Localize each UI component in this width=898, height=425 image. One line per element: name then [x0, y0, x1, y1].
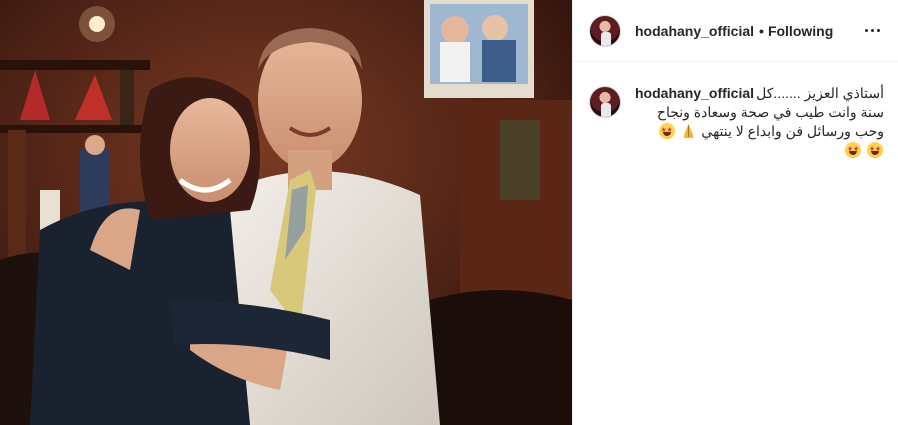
header-separator: •	[759, 22, 764, 39]
caption-line-3-wrap: وحب ورسائل فن وابداع لا ينتهي	[635, 122, 884, 141]
caption-avatar[interactable]	[589, 86, 621, 118]
more-options-icon[interactable]	[860, 19, 884, 43]
star-struck-emoji	[845, 142, 862, 158]
caption-body: hodahany_official أستاذي العزيز .......ك…	[635, 84, 884, 160]
post-header: hodahany_official • Following	[573, 0, 898, 62]
folded-hands-emoji	[681, 123, 697, 139]
caption-line-2: سنة وانت طيب في صحة وسعادة ونجاح	[656, 104, 884, 120]
star-struck-emoji	[658, 123, 675, 139]
author-username[interactable]: hodahany_official	[635, 23, 754, 39]
caption-username[interactable]: hodahany_official	[635, 84, 754, 103]
post-image	[0, 0, 572, 425]
caption-line-4	[635, 141, 884, 160]
post-photo[interactable]	[0, 0, 572, 425]
author-avatar[interactable]	[589, 14, 621, 47]
caption-first-line: hodahany_official أستاذي العزيز .......ك…	[635, 84, 884, 103]
star-struck-emoji	[867, 142, 883, 158]
post-header-text: hodahany_official • Following	[635, 23, 833, 39]
following-button[interactable]: Following	[768, 23, 833, 39]
caption-line-1: أستاذي العزيز .......كل	[756, 85, 884, 101]
caption-line-3: وحب ورسائل فن وابداع لا ينتهي	[701, 123, 884, 139]
post-side-panel: hodahany_official • Following hodahany_o…	[572, 0, 898, 425]
caption-comment: hodahany_official أستاذي العزيز .......ك…	[573, 62, 898, 160]
